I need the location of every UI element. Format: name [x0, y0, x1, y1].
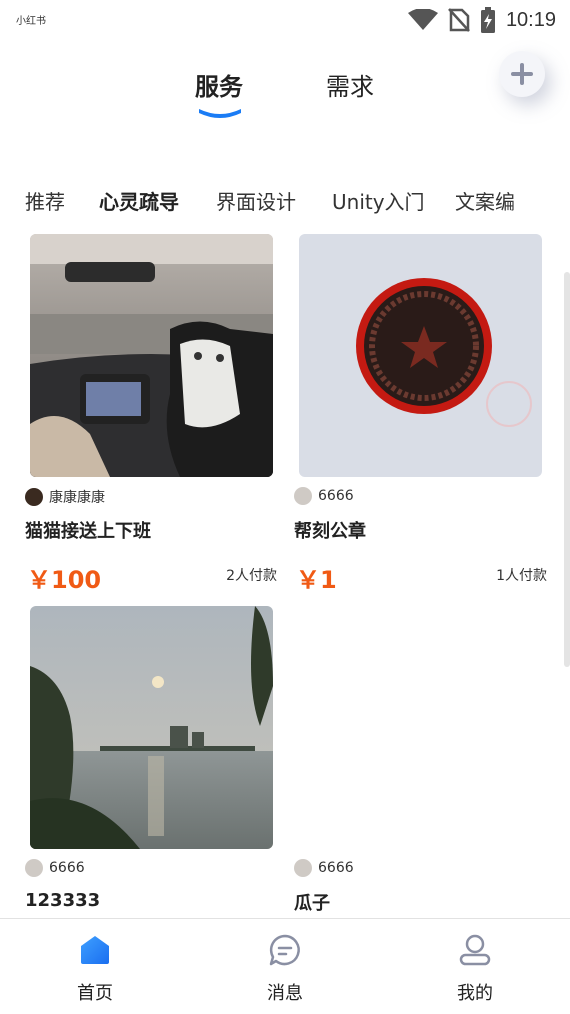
nav-label-home: 首页 — [77, 983, 113, 1004]
add-button[interactable] — [499, 51, 545, 97]
nav-label-profile: 我的 — [457, 983, 493, 1004]
card-author[interactable]: 6666 — [25, 859, 85, 877]
red-stamp-photo — [299, 234, 542, 477]
card-title: 瓜子 — [294, 893, 330, 914]
card-title: 帮刻公章 — [294, 521, 366, 542]
status-bar: 小红书 10:19 — [0, 0, 570, 40]
category-recommend[interactable]: 推荐 — [25, 186, 65, 215]
author-name: 6666 — [318, 860, 354, 876]
home-icon — [81, 936, 109, 964]
wifi-icon — [407, 9, 438, 30]
cat-in-car-photo — [30, 234, 273, 477]
category-counseling[interactable]: 心灵疏导 — [99, 186, 179, 215]
avatar — [294, 487, 312, 505]
lake-sunset-photo — [30, 606, 273, 849]
card-payers: 2人付款 — [226, 568, 277, 584]
card-price: ￥100 — [27, 566, 102, 594]
category-fade — [510, 186, 570, 222]
category-tabs: 推荐 心灵疏导 界面设计 Unity入门 文案编 — [0, 186, 570, 222]
card-title: 猫猫接送上下班 — [25, 521, 151, 542]
bottom-nav: 首页 消息 我的 — [0, 918, 570, 1014]
top-tabs: 服务 需求 — [0, 62, 570, 132]
status-app-name: 小红书 — [16, 16, 46, 27]
card-price: ￥1 — [296, 566, 337, 594]
nav-profile[interactable]: 我的 — [415, 933, 535, 1005]
author-name: 6666 — [318, 488, 354, 504]
avatar — [25, 859, 43, 877]
message-icon — [269, 934, 300, 966]
no-sim-icon — [448, 8, 470, 32]
author-name: 康康康康 — [49, 490, 105, 506]
card-payers: 1人付款 — [496, 568, 547, 584]
scrollbar[interactable] — [564, 272, 570, 667]
tab-demand[interactable]: 需求 — [326, 67, 374, 102]
category-unity[interactable]: Unity入门 — [332, 186, 425, 215]
nav-label-messages: 消息 — [267, 983, 303, 1004]
card-author[interactable]: 康康康康 — [25, 487, 105, 507]
service-card[interactable]: 6666 123333 — [25, 606, 280, 911]
card-author[interactable]: 6666 — [294, 487, 354, 505]
card-title: 123333 — [25, 890, 101, 911]
status-time: 10:19 — [505, 8, 556, 31]
profile-icon — [459, 934, 491, 966]
avatar — [25, 488, 43, 506]
status-icons: 10:19 — [407, 6, 556, 34]
category-copywriting[interactable]: 文案编 — [455, 186, 515, 215]
tab-service[interactable]: 服务 — [195, 67, 243, 102]
category-ui-design[interactable]: 界面设计 — [216, 186, 296, 215]
tab-active-indicator — [199, 109, 241, 118]
avatar — [294, 859, 312, 877]
service-card[interactable]: 6666 帮刻公章 ￥1 1人付款 — [294, 234, 549, 594]
nav-messages[interactable]: 消息 — [225, 933, 345, 1005]
nav-home[interactable]: 首页 — [35, 933, 155, 1005]
card-author[interactable]: 6666 — [294, 859, 354, 877]
service-card[interactable]: 康康康康 猫猫接送上下班 ￥100 2人付款 — [25, 234, 280, 594]
battery-charging-icon — [480, 7, 495, 33]
author-name: 6666 — [49, 860, 85, 876]
plus-icon — [511, 63, 533, 85]
